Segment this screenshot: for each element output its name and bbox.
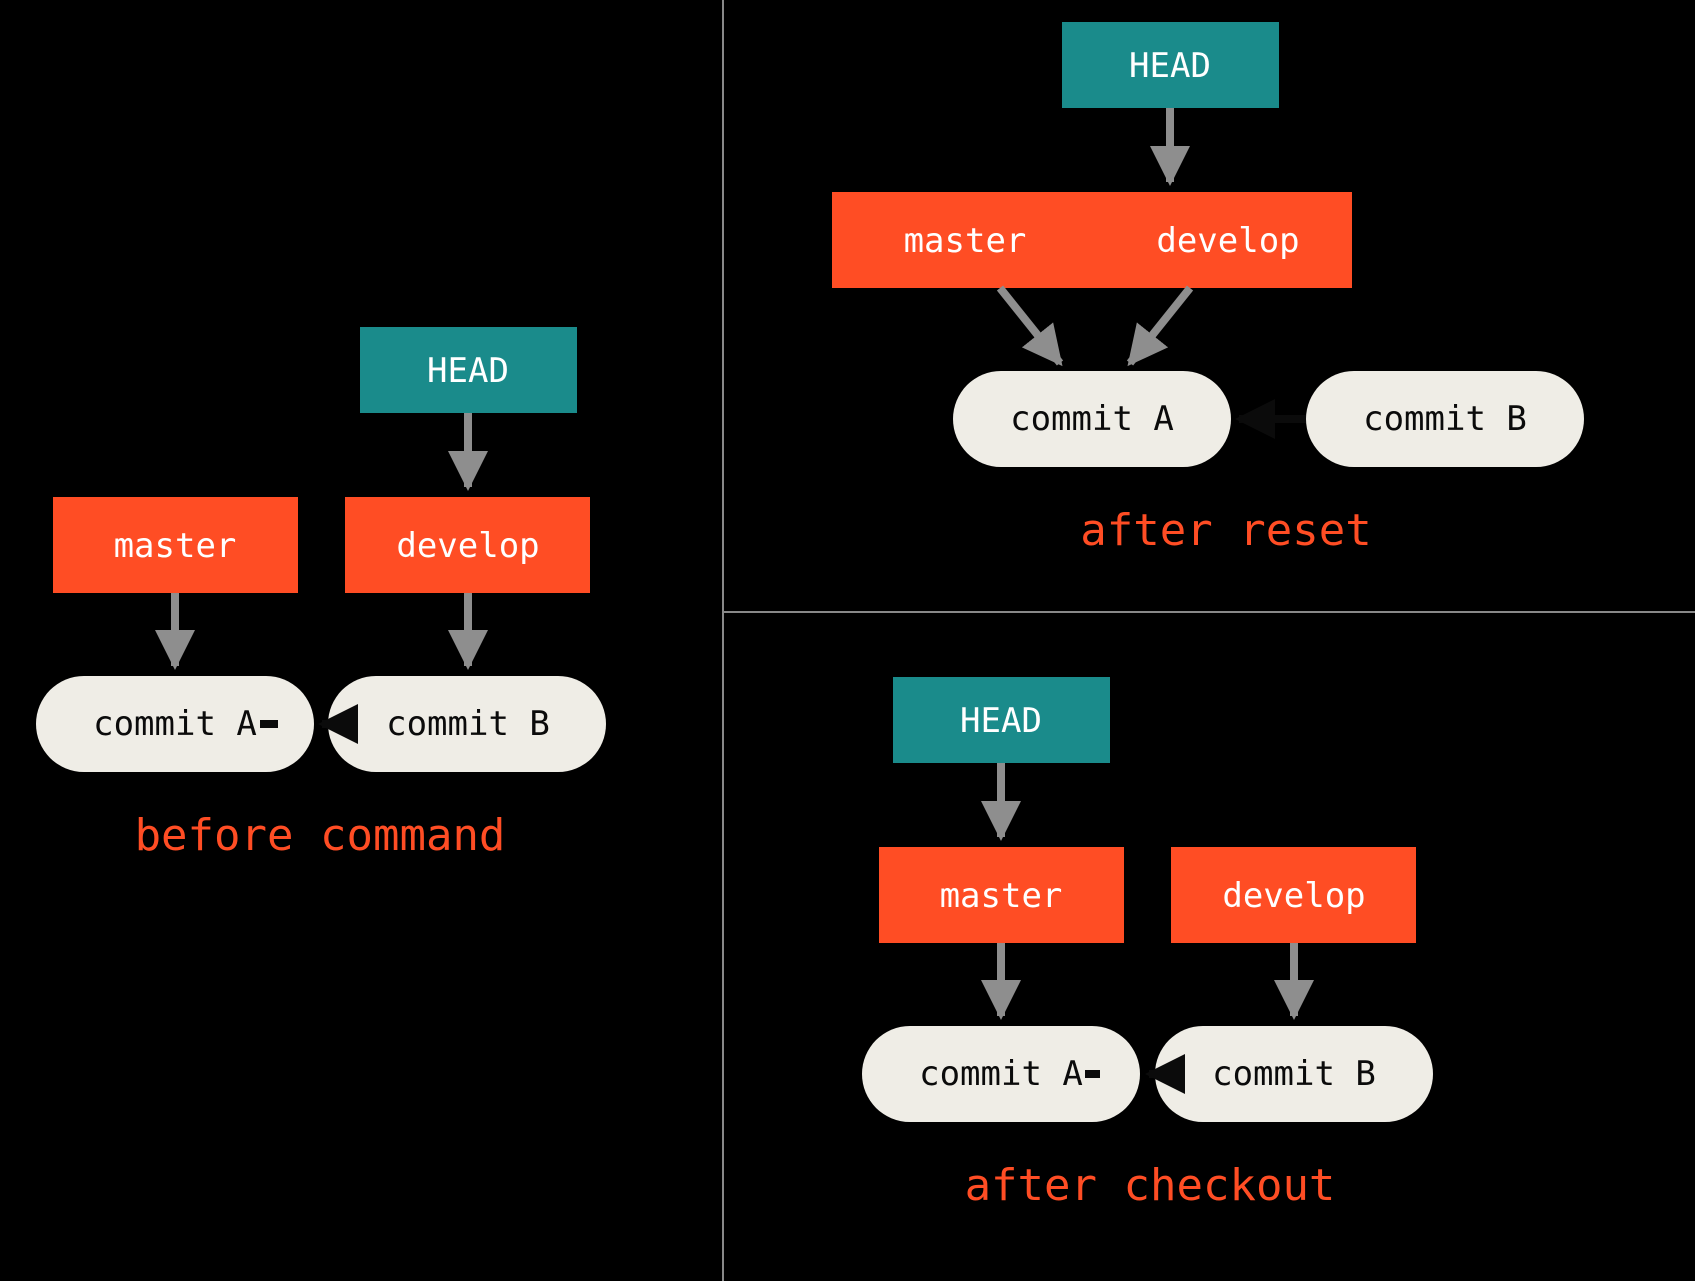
caption-before: before command — [135, 810, 506, 861]
panel-before: HEAD master develop commit A commit B be… — [36, 327, 606, 861]
branch-develop-label: develop — [396, 526, 539, 566]
branch-develop-label: develop — [1156, 221, 1299, 261]
panel-after-reset: HEAD master develop commit A commit B af… — [832, 22, 1584, 556]
commit-a-label: commit A — [1010, 399, 1174, 439]
arrow-develop-to-commit-a — [1130, 288, 1190, 363]
branch-master-label: master — [114, 526, 237, 566]
head-label: HEAD — [1129, 46, 1211, 86]
arrow-master-to-commit-a — [1000, 288, 1060, 363]
commit-b-label: commit B — [1363, 399, 1527, 439]
caption-reset: after reset — [1080, 505, 1371, 556]
commit-a-label: commit A — [919, 1054, 1083, 1094]
diagram-canvas: HEAD master develop commit A commit B be… — [0, 0, 1695, 1281]
caption-checkout: after checkout — [965, 1160, 1336, 1211]
panel-after-checkout: HEAD master develop commit A commit B af… — [862, 677, 1433, 1211]
branch-master-label: master — [904, 221, 1027, 261]
head-label: HEAD — [427, 351, 509, 391]
commit-b-label: commit B — [1212, 1054, 1376, 1094]
branch-master-label: master — [940, 876, 1063, 916]
commit-b-label: commit B — [386, 704, 550, 744]
branch-develop-label: develop — [1222, 876, 1365, 916]
head-label: HEAD — [960, 701, 1042, 741]
commit-a-label: commit A — [93, 704, 257, 744]
